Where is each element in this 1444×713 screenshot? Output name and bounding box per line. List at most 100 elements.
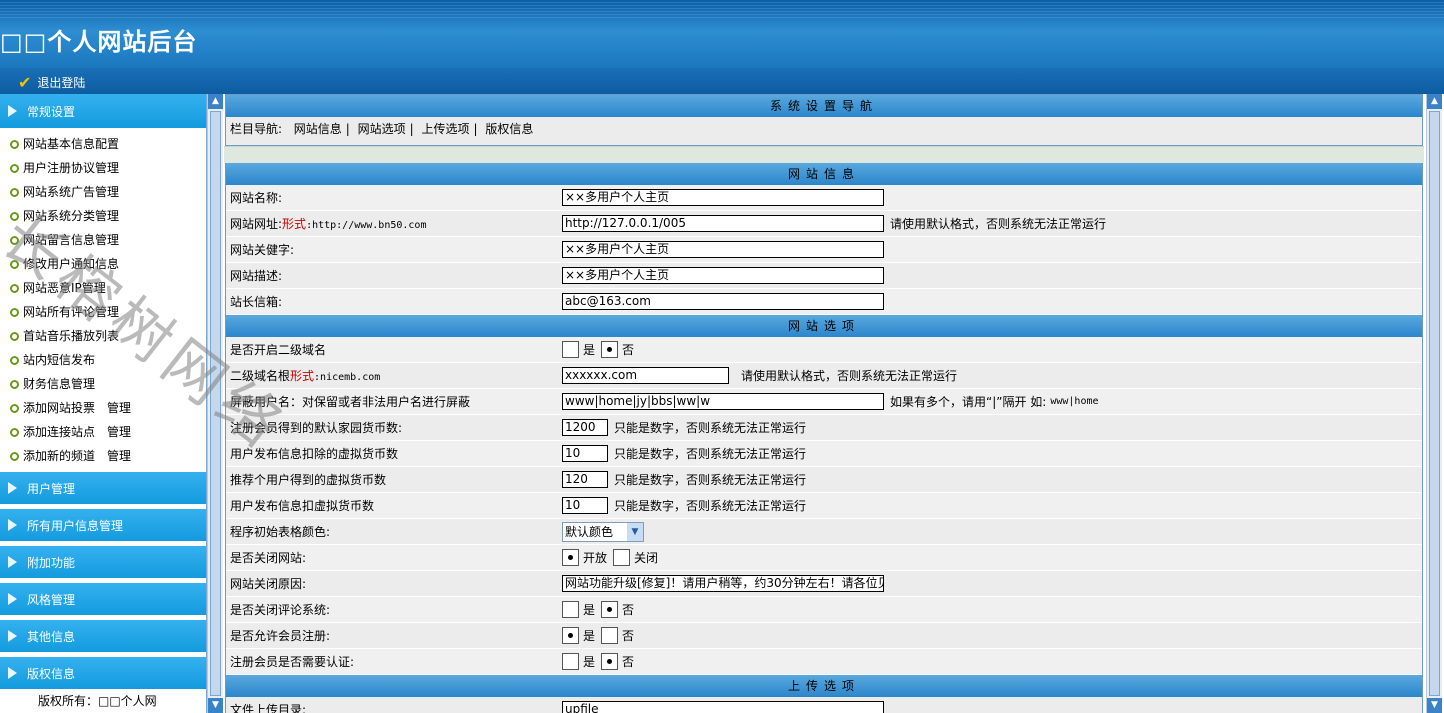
main-scrollbar[interactable]: ▲ ▼ [1426,94,1442,713]
admin-email-input[interactable]: abc@163.com [562,293,884,310]
sidebar-section-label: 附加功能 [27,555,76,570]
sidebar-section-label: 版权信息 [27,666,76,681]
nav-panel: 系统设置导航 栏目导航: 网站信息 | 网站选项 | 上传选项 | 版权信息 [225,94,1423,146]
upload-options-title: 上传选项 [226,675,1422,697]
sidebar-item[interactable]: 网站恶意IP管理 [0,276,206,300]
number-hint: 只能是数字，否则系统无法正常运行 [614,421,807,435]
sidebar-section-styles[interactable]: 风格管理 [0,583,206,617]
form-row: 程序初始表格颜色: 默认颜色 ▼ [226,519,1422,545]
sidebar-item[interactable]: 用户注册协议管理 [0,156,206,180]
register-yes-radio[interactable] [562,627,579,644]
table-color-select[interactable]: 默认颜色 ▼ [562,521,644,542]
sidebar-item[interactable]: 首站音乐播放列表 [0,324,206,348]
sidebar-section-copyright[interactable]: 版权信息 [0,657,206,691]
select-value: 默认颜色 [565,525,614,539]
sidebar-item[interactable]: 添加网站投票 管理 [0,396,206,420]
nav-link-upload-options[interactable]: 上传选项 [421,122,469,136]
sidebar-item-label: 添加网站投票 管理 [23,401,132,415]
form-row: 文件上传目录: upfile [226,697,1422,713]
post-deduct-input[interactable]: 10 [562,445,608,462]
label-text: 二级域名根 [230,369,291,383]
scroll-down-icon[interactable]: ▼ [1427,698,1442,713]
nav-link-site-options[interactable]: 网站选项 [358,122,406,136]
nav-title: 系统设置导航 [226,95,1422,117]
nav-link-copyright[interactable]: 版权信息 [485,122,533,136]
table-color-label: 程序初始表格颜色: [230,525,331,539]
triangle-right-icon [8,667,17,679]
form-row: 网站关健字: ××多用户个人主页 [226,237,1422,263]
comments-yes-radio[interactable] [562,601,579,618]
triangle-right-icon [8,630,17,642]
sidebar-item[interactable]: 网站系统广告管理 [0,180,206,204]
sidebar-item[interactable]: 站内短信发布 [0,348,206,372]
register-no-radio[interactable] [601,627,619,644]
post-deduct2-input[interactable]: 10 [562,497,608,514]
sidebar-item[interactable]: 修改用户通知信息 [0,252,206,276]
sidebar-section-label: 风格管理 [27,592,76,607]
radio-label: 开放 [583,551,608,565]
triangle-right-icon [8,519,17,531]
format-hint: 请使用默认格式，否则系统无法正常运行 [741,369,958,383]
site-url-input[interactable]: http://127.0.0.1/005 [562,215,884,232]
keywords-label: 网站关健字: [230,243,295,257]
blocked-names-input[interactable]: www|home|jy|bbs|ww|w [562,393,884,410]
label-text: 网站网址: [230,217,283,231]
description-input[interactable]: ××多用户个人主页 [562,267,884,284]
subdomain-root-input[interactable]: xxxxxx.com [562,367,729,384]
sidebar-section-addons[interactable]: 附加功能 [0,546,206,580]
sidebar-item[interactable]: 网站留言信息管理 [0,228,206,252]
logout-link[interactable]: ✔ 退出登陆 [18,73,85,92]
keywords-input[interactable]: ××多用户个人主页 [562,241,884,258]
sidebar-section-all-users[interactable]: 所有用户信息管理 [0,509,206,543]
admin-email-label: 站长信箱: [230,295,283,309]
site-close-radio[interactable] [613,549,631,566]
allow-register-label: 是否允许会员注册: [230,629,331,643]
sidebar-item[interactable]: 添加新的频道 管理 [0,444,206,468]
sidebar-scrollbar[interactable]: ▲ ▼ [207,94,223,713]
form-row: 站长信箱: abc@163.com [226,289,1422,315]
triangle-right-icon [8,593,17,605]
sidebar-item-label: 网站基本信息配置 [23,137,120,151]
scroll-thumb[interactable] [1429,111,1440,696]
sidebar-section-label: 所有用户信息管理 [27,518,124,533]
sidebar-section-other[interactable]: 其他信息 [0,620,206,654]
scroll-down-icon[interactable]: ▼ [208,698,223,713]
site-title: □□个人网站后台 [0,28,198,56]
scroll-up-icon[interactable]: ▲ [208,94,223,109]
sidebar-item-label: 站内短信发布 [23,353,96,367]
close-reason-input[interactable]: 网站功能升级[修复]！请用户稍等，约30分钟左右！请各位见谅 [562,575,884,592]
upload-dir-input[interactable]: upfile [562,701,884,713]
sidebar-item[interactable]: 网站基本信息配置 [0,132,206,156]
main-content: 系统设置导航 栏目导航: 网站信息 | 网站选项 | 上传选项 | 版权信息 网站信息… [224,94,1424,713]
sidebar-item[interactable]: 财务信息管理 [0,372,206,396]
sidebar-section-label: 用户管理 [27,481,76,496]
subdomain-yes-radio[interactable] [562,341,579,358]
subdomain-no-radio[interactable] [601,341,619,358]
radio-label: 是 [583,629,596,643]
register-coins-input[interactable]: 1200 [562,419,608,436]
site-options-rows: 是否开启二级域名 是否 二级域名根形式:nicemb.com xxxxxx.co… [226,337,1422,675]
sidebar-item-label: 添加连接站点 管理 [23,425,132,439]
recommend-coins-label: 推荐个用户得到的虚拟货币数 [230,473,387,487]
form-row: 网站名称: ××多用户个人主页 [226,185,1422,211]
comments-no-radio[interactable] [601,601,619,618]
nav-link-site-info[interactable]: 网站信息 [294,122,342,136]
auth-yes-radio[interactable] [562,653,579,670]
sidebar-section-general[interactable]: 常规设置 [0,94,206,130]
scroll-thumb[interactable] [210,111,221,696]
site-open-radio[interactable] [562,549,579,566]
site-name-input[interactable]: ××多用户个人主页 [562,189,884,206]
scroll-up-icon[interactable]: ▲ [1427,94,1442,109]
nav-prefix: 栏目导航: [230,122,283,136]
sidebar-item[interactable]: 添加连接站点 管理 [0,420,206,444]
triangle-right-icon [8,105,17,117]
form-row: 推荐个用户得到的虚拟货币数 120 只能是数字，否则系统无法正常运行 [226,467,1422,493]
sidebar: 常规设置 网站基本信息配置 用户注册协议管理 网站系统广告管理 网站系统分类管理… [0,94,207,713]
sidebar-item[interactable]: 网站所有评论管理 [0,300,206,324]
auth-no-radio[interactable] [601,653,619,670]
number-hint: 只能是数字，否则系统无法正常运行 [614,499,807,513]
sidebar-section-users[interactable]: 用户管理 [0,472,206,506]
subdomain-label: 是否开启二级域名 [230,343,327,357]
recommend-coins-input[interactable]: 120 [562,471,608,488]
sidebar-item[interactable]: 网站系统分类管理 [0,204,206,228]
